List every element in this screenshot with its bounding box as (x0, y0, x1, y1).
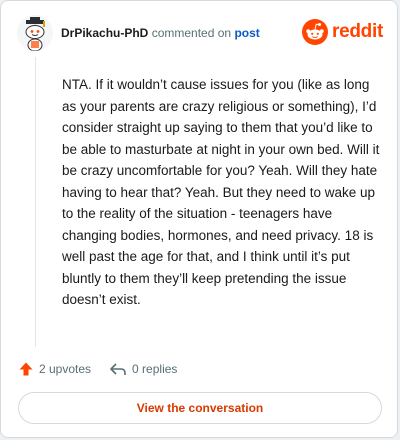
comment-header: DrPikachu-PhD commented on post reddit (17, 15, 385, 55)
comment-meta: DrPikachu-PhD commented on post (61, 25, 260, 41)
replies-count[interactable]: 0 replies (109, 361, 177, 377)
thread-line (35, 57, 36, 347)
comment-body: NTA. If it wouldn’t cause issues for you… (62, 74, 382, 311)
upvotes-count[interactable]: 2 upvotes (18, 361, 91, 377)
username[interactable]: DrPikachu-PhD (61, 26, 148, 40)
post-link[interactable]: post (234, 26, 259, 40)
reddit-logo[interactable]: reddit (302, 19, 383, 45)
replies-label: 0 replies (132, 362, 178, 376)
upvote-arrow-icon (18, 361, 34, 377)
reddit-snoo-icon (302, 19, 329, 45)
comment-embed-card: DrPikachu-PhD commented on post reddit N… (0, 0, 398, 438)
user-avatar[interactable] (17, 15, 53, 51)
comment-footer: 2 upvotes 0 replies (18, 359, 177, 379)
comment-text: NTA. If it wouldn’t cause issues for you… (62, 77, 380, 307)
reddit-wordmark: reddit (332, 21, 383, 42)
reply-arrow-icon (109, 361, 127, 377)
view-conversation-button[interactable]: View the conversation (18, 392, 382, 424)
action-text: commented on (151, 26, 232, 40)
upvotes-label: 2 upvotes (39, 362, 92, 376)
